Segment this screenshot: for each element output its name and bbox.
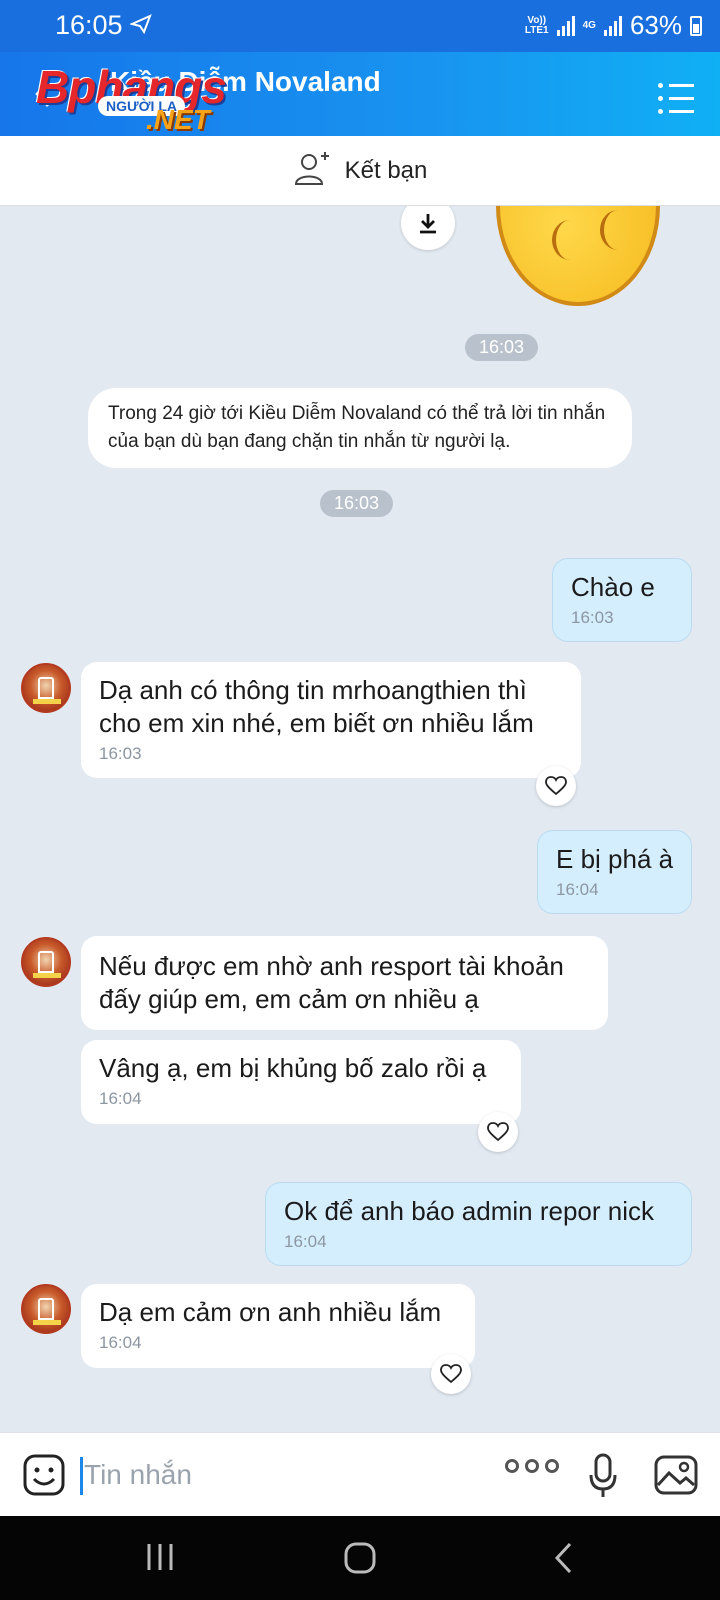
volte-indicator: Vo)) LTE1: [524, 14, 549, 36]
add-friend-icon: [293, 150, 333, 191]
home-icon[interactable]: [344, 1542, 376, 1579]
message-bubble-sent[interactable]: Chào e 16:03: [552, 558, 692, 642]
text-cursor: [80, 1457, 83, 1495]
volte-top-label: Vo)): [527, 14, 547, 26]
messenger-notification-icon: [128, 14, 152, 40]
status-time: 16:05: [55, 10, 123, 40]
heart-react-icon[interactable]: [478, 1112, 518, 1152]
message-text: Dạ anh có thông tin mrhoangthien thì: [99, 675, 527, 705]
message-text: cho em xin nhé, em biết ơn nhiều lắm: [99, 708, 534, 738]
contact-avatar[interactable]: [21, 937, 71, 987]
message-bubble-sent[interactable]: Ok để anh báo admin repor nick 16:04: [265, 1182, 692, 1266]
signal-icon: [556, 15, 575, 36]
download-icon[interactable]: [401, 206, 455, 250]
message-input[interactable]: [84, 1455, 464, 1495]
battery-icon: [690, 15, 702, 36]
message-time: 16:04: [99, 1333, 142, 1352]
add-friend-label: Kết bạn: [344, 156, 428, 184]
message-text: Dạ em cảm ơn anh nhiều lắm: [99, 1297, 442, 1327]
image-picker-icon[interactable]: [654, 1455, 698, 1500]
emoji-icon[interactable]: [22, 1453, 66, 1502]
logo-net: .NET: [146, 104, 210, 135]
back-nav-icon[interactable]: [553, 1542, 573, 1579]
message-text: Ok để anh báo admin repor nick: [284, 1196, 654, 1226]
timestamp-badge: 16:03: [320, 490, 394, 517]
watermark-logo: Bphangs NGƯỜI LẠ .NET: [36, 60, 256, 136]
message-text: Chào e: [571, 572, 655, 602]
message-bubble-received[interactable]: Nếu được em nhờ anh resport tài khoản đấ…: [81, 936, 608, 1030]
message-text: Vâng ạ, em bị khủng bố zalo rồi ạ: [99, 1053, 487, 1083]
message-text: đấy giúp em, em cảm ơn nhiều ạ: [99, 984, 479, 1014]
message-time: 16:04: [284, 1232, 327, 1251]
timestamp-badge: 16:03: [465, 334, 539, 361]
message-time: 16:03: [99, 744, 142, 763]
message-bubble-received[interactable]: Dạ anh có thông tin mrhoangthien thì cho…: [81, 662, 581, 778]
system-navigation-bar: [0, 1516, 720, 1600]
menu-icon[interactable]: [658, 80, 694, 119]
message-time: 16:04: [556, 880, 599, 899]
heart-react-icon[interactable]: [536, 766, 576, 806]
chat-area[interactable]: 16:03 Trong 24 giờ tới Kiều Diễm Novalan…: [0, 206, 720, 1432]
message-text: E bị phá à: [556, 844, 674, 874]
stranger-notice: Trong 24 giờ tới Kiều Diễm Novaland có t…: [88, 388, 632, 468]
contact-avatar[interactable]: [21, 1284, 71, 1334]
status-bar: 16:05 Vo)) LTE1 4G 63%: [0, 0, 720, 52]
signal-icon-2: [603, 15, 622, 36]
volte-bottom-label: LTE1: [524, 24, 549, 36]
network-type: 4G: [582, 19, 596, 31]
message-text: Nếu được em nhờ anh resport tài khoản: [99, 951, 564, 981]
message-input-bar: [0, 1432, 720, 1516]
heart-react-icon[interactable]: [431, 1354, 471, 1394]
message-bubble-received[interactable]: Dạ em cảm ơn anh nhiều lắm 16:04: [81, 1284, 475, 1368]
contact-avatar[interactable]: [21, 663, 71, 713]
sticker-emoji[interactable]: [496, 206, 660, 306]
message-bubble-sent[interactable]: E bị phá à 16:04: [537, 830, 692, 914]
microphone-icon[interactable]: [588, 1453, 618, 1504]
message-bubble-received[interactable]: Vâng ạ, em bị khủng bố zalo rồi ạ 16:04: [81, 1040, 521, 1124]
message-time: 16:03: [571, 608, 614, 627]
more-options-icon[interactable]: [505, 1459, 559, 1473]
recent-apps-icon[interactable]: [145, 1542, 175, 1577]
battery-percent: 63%: [629, 10, 682, 40]
message-time: 16:04: [99, 1089, 142, 1108]
add-friend-bar[interactable]: Kết bạn: [0, 136, 720, 206]
